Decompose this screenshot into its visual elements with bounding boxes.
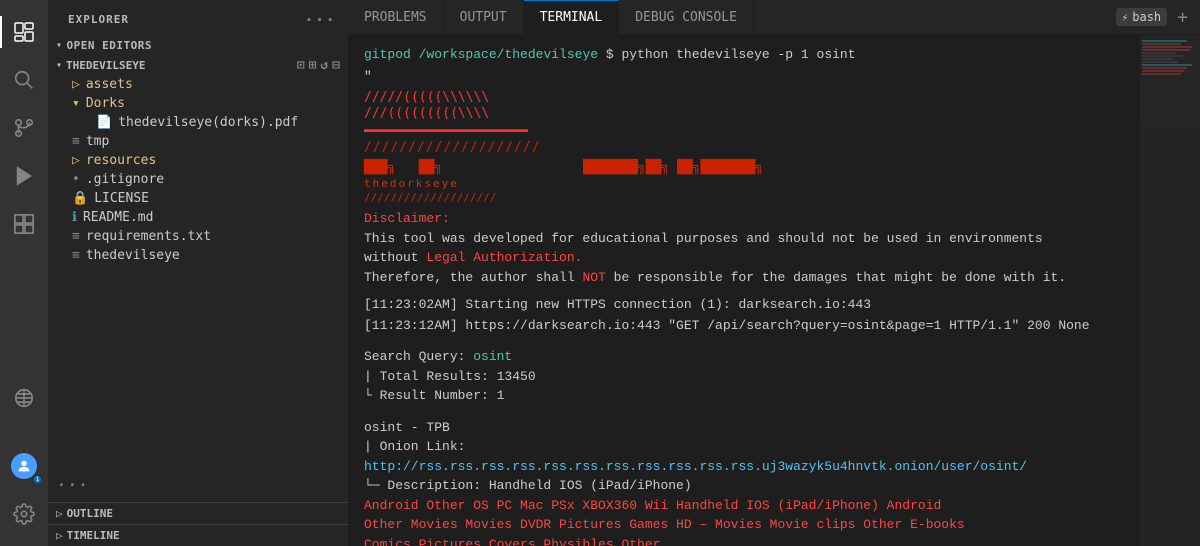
extensions-activity-icon[interactable] <box>0 200 48 248</box>
license-icon: 🔒 <box>72 191 88 206</box>
log-section: [11:23:02AM] Starting new HTTPS connecti… <box>364 295 1124 335</box>
project-header[interactable]: ▾ THEDEVILSEYE ⊡ ⊞ ↺ ⊟ <box>48 56 348 75</box>
git-icon: • <box>72 172 80 187</box>
activity-bar: 1 <box>0 0 48 546</box>
file-thedevilseye[interactable]: ≡ thedevilseye <box>48 246 348 265</box>
desc-extra-3: Comics Pictures Covers Physibles Other <box>364 535 1124 546</box>
workspace-path: /workspace/thedevilseye <box>419 47 598 62</box>
results-section: Search Query: osint | Total Results: 134… <box>364 347 1124 406</box>
outline-chevron: ▷ <box>56 507 63 520</box>
folder-dorks[interactable]: ▾ Dorks <box>48 94 348 113</box>
log-line-1: [11:23:02AM] Starting new HTTPS connecti… <box>364 295 1124 315</box>
prompt-path: gitpod <box>364 47 411 62</box>
main-content: PROBLEMS OUTPUT TERMINAL DEBUG CONSOLE ⚡… <box>348 0 1200 546</box>
prompt-line: gitpod /workspace/thedevilseye $ python … <box>364 45 1124 65</box>
settings-activity-icon[interactable] <box>0 490 48 538</box>
remote-activity-icon[interactable] <box>0 374 48 422</box>
ascii-art: /////(((((\\\\\\ ///(((((((((\\\\ ━━━━━━… <box>364 90 1124 156</box>
more-dots[interactable]: ··· <box>48 469 348 502</box>
project-chevron: ▾ <box>56 60 62 71</box>
project-icons: ⊡ ⊞ ↺ ⊟ <box>297 58 340 73</box>
explorer-more-icon[interactable]: ··· <box>304 10 336 29</box>
tab-problems[interactable]: PROBLEMS <box>348 0 444 35</box>
sidebar-bottom: ··· ▷ OUTLINE ▷ TIMELINE <box>48 469 348 546</box>
result-entry: osint - TPB | Onion Link: http://rss.rss… <box>364 418 1124 546</box>
ascii-art-logo: ███╗ ██╗ ███████╗██╗ ██╗███████╗ thedork… <box>364 160 1124 205</box>
outline-section[interactable]: ▷ OUTLINE <box>48 502 348 524</box>
tab-actions: ⚡ bash + <box>1116 7 1200 28</box>
file-requirements[interactable]: ≡ requirements.txt <box>48 227 348 246</box>
minimap[interactable] <box>1140 35 1200 546</box>
file-license[interactable]: 🔒 LICENSE <box>48 189 348 208</box>
desc-extra-2: Other Movies Movies DVDR Pictures Games … <box>364 515 1124 535</box>
tab-output[interactable]: OUTPUT <box>444 0 524 35</box>
bash-icon: ⚡ <box>1122 11 1129 24</box>
timeline-section[interactable]: ▷ TIMELINE <box>48 524 348 546</box>
run-activity-icon[interactable] <box>0 152 48 200</box>
terminal-wrapper: gitpod /workspace/thedevilseye $ python … <box>348 35 1200 546</box>
txt-icon: ≡ <box>72 229 80 244</box>
log-line-2: [11:23:12AM] https://darksearch.io:443 "… <box>364 316 1124 336</box>
tab-debug-console[interactable]: DEBUG CONSOLE <box>619 0 754 35</box>
accounts-activity-icon[interactable]: 1 <box>0 442 48 490</box>
tab-terminal[interactable]: TERMINAL <box>524 0 620 35</box>
new-file-icon[interactable]: ⊡ <box>297 58 305 73</box>
folder-resources[interactable]: ▷ resources <box>48 151 348 170</box>
bash-label: ⚡ bash <box>1116 8 1168 26</box>
file-readme[interactable]: ℹ README.md <box>48 208 348 227</box>
tab-bar: PROBLEMS OUTPUT TERMINAL DEBUG CONSOLE ⚡… <box>348 0 1200 35</box>
search-activity-icon[interactable] <box>0 56 48 104</box>
timeline-chevron: ▷ <box>56 529 63 542</box>
folder-icon: ▷ <box>72 77 80 92</box>
terminal-content[interactable]: gitpod /workspace/thedevilseye $ python … <box>348 35 1140 546</box>
folder-assets[interactable]: ▷ assets <box>48 75 348 94</box>
new-terminal-button[interactable]: + <box>1173 7 1192 28</box>
disclaimer-section: Disclaimer: This tool was developed for … <box>364 209 1124 287</box>
minimap-content <box>1140 35 1200 546</box>
prompt-command: python thedevilseye -p 1 osint <box>621 47 855 62</box>
sidebar: EXPLORER ··· ▾ OPEN EDITORS ▾ THEDEVILSE… <box>48 0 348 546</box>
file-dorks-pdf[interactable]: 📄 thedevilseye(dorks).pdf <box>48 113 348 132</box>
file-tmp[interactable]: ≡ tmp <box>48 132 348 151</box>
explorer-title: EXPLORER ··· <box>48 0 348 35</box>
refresh-icon[interactable]: ↺ <box>320 58 328 73</box>
info-icon: ℹ <box>72 210 77 225</box>
new-folder-icon[interactable]: ⊞ <box>309 58 317 73</box>
desc-extra-1: Android Other OS PC Mac PSx XBOX360 Wii … <box>364 496 1124 516</box>
source-control-activity-icon[interactable] <box>0 104 48 152</box>
open-editors-chevron: ▾ <box>56 40 63 51</box>
folder-open-icon: ▾ <box>72 96 80 111</box>
pdf-icon: 📄 <box>96 115 112 130</box>
collapse-all-icon[interactable]: ⊟ <box>332 58 340 73</box>
project-header-left: ▾ THEDEVILSEYE <box>56 59 146 72</box>
file-icon: ≡ <box>72 134 80 149</box>
open-editors-section[interactable]: ▾ OPEN EDITORS <box>48 35 348 56</box>
folder-icon: ▷ <box>72 153 80 168</box>
file-gitignore[interactable]: • .gitignore <box>48 170 348 189</box>
file-tree: ▷ assets ▾ Dorks 📄 thedevilseye(dorks).p… <box>48 75 348 265</box>
explorer-activity-icon[interactable] <box>0 8 48 56</box>
file2-icon: ≡ <box>72 248 80 263</box>
quote-line: " <box>364 67 1124 87</box>
